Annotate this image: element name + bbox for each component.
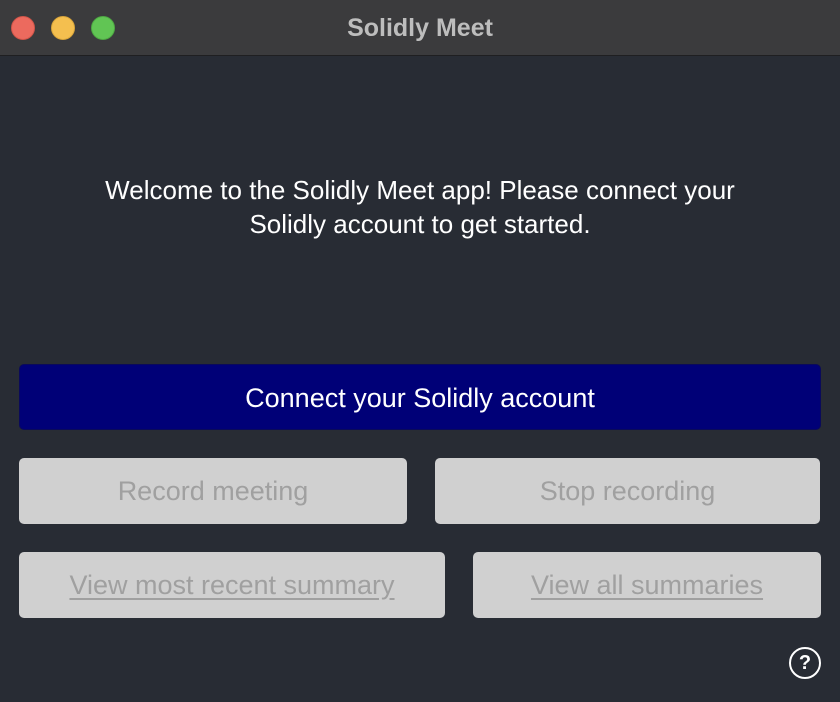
view-recent-summary-label: View most recent summary <box>69 570 395 600</box>
app-window: Solidly Meet Welcome to the Solidly Meet… <box>0 0 840 702</box>
view-recent-summary-button[interactable]: View most recent summary <box>19 552 445 618</box>
record-meeting-button[interactable]: Record meeting <box>19 458 407 524</box>
stop-recording-button[interactable]: Stop recording <box>435 458 820 524</box>
connect-account-button[interactable]: Connect your Solidly account <box>19 364 821 430</box>
help-icon[interactable]: ? <box>789 647 821 679</box>
window-title: Solidly Meet <box>347 14 493 42</box>
welcome-line-2: Solidly account to get started. <box>249 209 591 239</box>
title-bar: Solidly Meet <box>0 0 840 56</box>
welcome-message: Welcome to the Solidly Meet app! Please … <box>40 173 800 241</box>
view-all-summaries-label: View all summaries <box>530 570 764 600</box>
view-all-summaries-button[interactable]: View all summaries <box>473 552 821 618</box>
welcome-line-1: Welcome to the Solidly Meet app! Please … <box>105 175 735 205</box>
